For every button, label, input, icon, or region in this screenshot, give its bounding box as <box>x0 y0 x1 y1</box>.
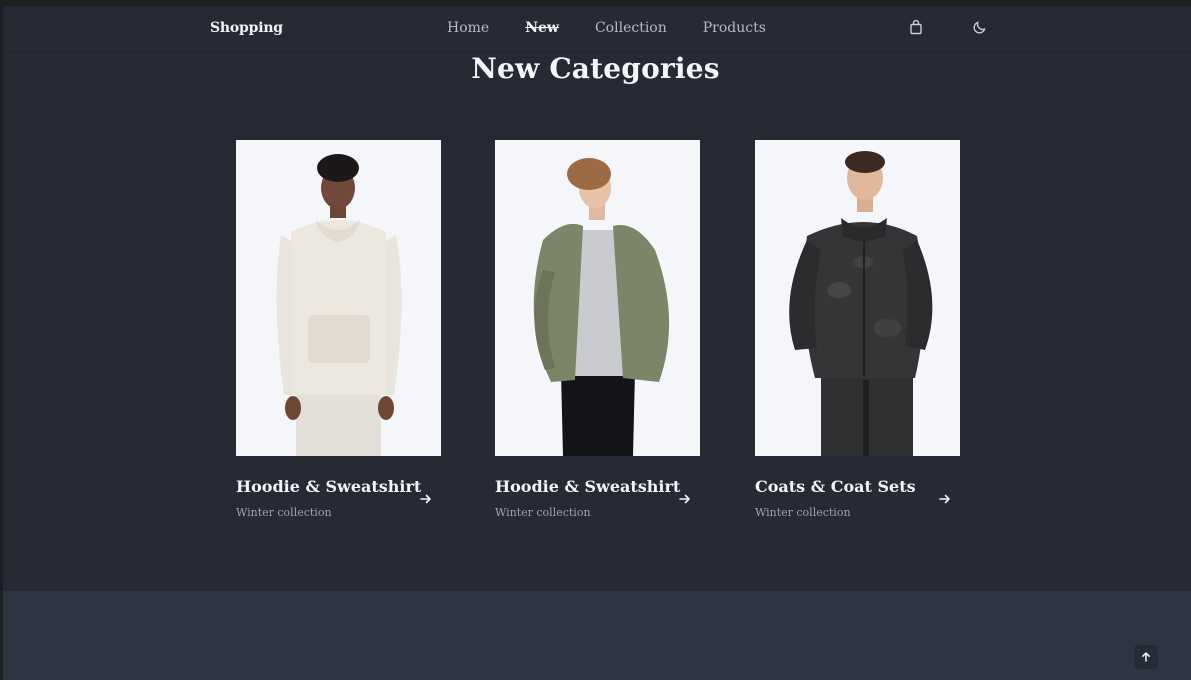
product-photo[interactable] <box>755 140 960 456</box>
footer-band <box>3 591 1191 680</box>
arrow-right-icon[interactable] <box>419 492 433 506</box>
nav-products[interactable]: Products <box>703 20 766 36</box>
logo[interactable]: Shopping <box>210 20 283 36</box>
shopping-bag-icon[interactable] <box>906 17 926 37</box>
card-subtitle: Winter collection <box>755 506 851 519</box>
arrow-right-icon[interactable] <box>678 492 692 506</box>
arrow-right-icon[interactable] <box>938 492 952 506</box>
card-title[interactable]: Coats & Coat Sets <box>755 477 916 496</box>
main-nav: Home New Collection Products <box>447 20 802 36</box>
nav-home[interactable]: Home <box>447 20 489 36</box>
card-title[interactable]: Hoodie & Sweatshirt <box>236 477 421 496</box>
header: Shopping Home New Collection Products <box>3 6 1191 51</box>
nav-collection[interactable]: Collection <box>595 20 667 36</box>
product-photo[interactable] <box>495 140 700 456</box>
category-card[interactable]: Hoodie & Sweatshirt Winter collection <box>495 140 700 519</box>
scroll-top-button[interactable] <box>1134 645 1158 669</box>
page: Shopping Home New Collection Products Ne… <box>0 0 1191 680</box>
card-subtitle: Winter collection <box>495 506 591 519</box>
category-card[interactable]: Hoodie & Sweatshirt Winter collection <box>236 140 441 519</box>
category-card[interactable]: Coats & Coat Sets Winter collection <box>755 140 960 519</box>
product-photo[interactable] <box>236 140 441 456</box>
nav-new[interactable]: New <box>525 20 559 36</box>
section-title: New Categories <box>471 52 720 85</box>
card-subtitle: Winter collection <box>236 506 332 519</box>
window-left-edge <box>0 0 3 680</box>
arrow-up-icon <box>1142 652 1150 662</box>
card-title[interactable]: Hoodie & Sweatshirt <box>495 477 680 496</box>
moon-icon[interactable] <box>970 17 990 37</box>
